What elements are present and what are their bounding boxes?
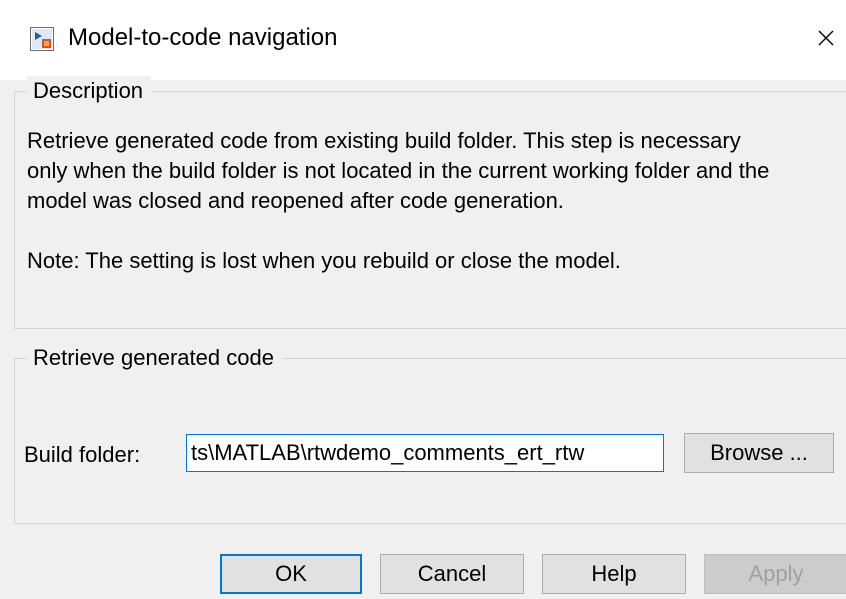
- simulink-model-icon: [30, 27, 54, 51]
- model-to-code-dialog: Model-to-code navigation Description Ret…: [0, 0, 846, 599]
- close-button[interactable]: [806, 18, 846, 58]
- description-group-title: Description: [27, 76, 152, 106]
- cancel-button[interactable]: Cancel: [380, 554, 524, 594]
- description-text-block: Retrieve generated code from existing bu…: [27, 126, 787, 276]
- build-folder-label: Build folder:: [24, 442, 141, 467]
- retrieve-group-title: Retrieve generated code: [27, 343, 282, 373]
- title-bar: Model-to-code navigation: [0, 0, 846, 80]
- description-group: Description Retrieve generated code from…: [14, 76, 846, 329]
- apply-button[interactable]: Apply: [704, 554, 846, 594]
- description-text: Retrieve generated code from existing bu…: [27, 128, 770, 213]
- description-note: Note: The setting is lost when you rebui…: [27, 248, 621, 273]
- ok-button[interactable]: OK: [220, 554, 362, 594]
- browse-button[interactable]: Browse ...: [684, 433, 834, 473]
- help-button[interactable]: Help: [542, 554, 686, 594]
- window-title: Model-to-code navigation: [68, 24, 338, 51]
- build-folder-input[interactable]: [186, 434, 664, 472]
- close-icon: [818, 30, 834, 46]
